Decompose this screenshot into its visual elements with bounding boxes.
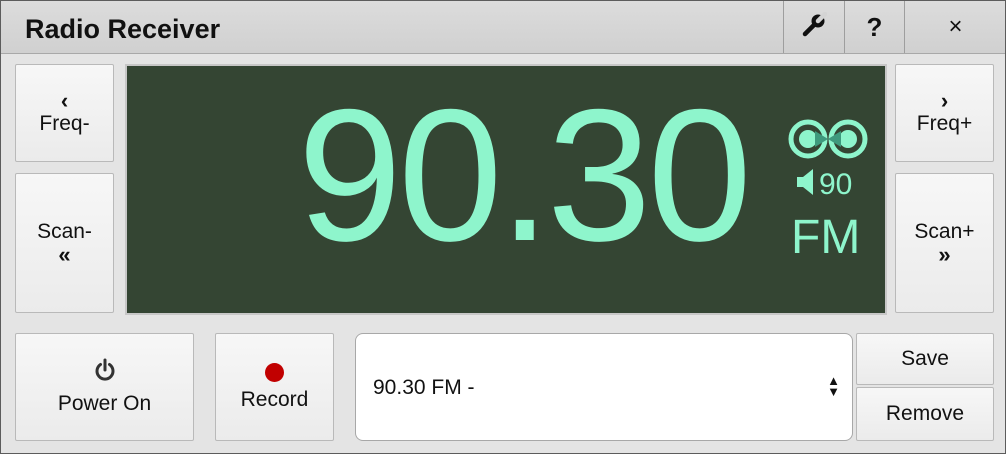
frequency-readout: 90.30 <box>297 70 752 280</box>
scan-up-label: Scan+ <box>914 220 975 243</box>
stereo-icon <box>787 118 869 165</box>
help-button[interactable]: ? <box>844 1 904 53</box>
scan-up-button[interactable]: Scan+ » <box>895 173 994 313</box>
title-bar: Radio Receiver ? × <box>1 1 1005 54</box>
preset-value: 90.30 FM - <box>373 376 475 399</box>
volume-indicator: 90 <box>795 167 852 202</box>
power-icon <box>93 358 117 388</box>
record-button[interactable]: Record <box>215 333 334 441</box>
chevron-right-icon: › <box>940 88 949 113</box>
settings-button[interactable] <box>783 1 844 53</box>
radio-receiver-window: Radio Receiver ? × ‹ Freq- Scan- « 90.30 <box>0 0 1006 454</box>
band-label: FM <box>791 211 861 264</box>
scan-down-button[interactable]: Scan- « <box>15 173 114 313</box>
help-icon: ? <box>866 11 883 42</box>
freq-up-label: Freq+ <box>916 112 973 135</box>
record-label: Record <box>240 387 309 411</box>
double-chevron-right-icon: » <box>938 242 951 267</box>
save-button[interactable]: Save <box>856 333 994 385</box>
remove-button[interactable]: Remove <box>856 387 994 441</box>
freq-down-button[interactable]: ‹ Freq- <box>15 64 114 162</box>
speaker-icon <box>795 167 815 202</box>
preset-select[interactable]: 90.30 FM - ▲ ▼ <box>355 333 853 441</box>
updown-arrows-icon: ▲ ▼ <box>827 373 840 399</box>
close-button[interactable]: × <box>904 1 1006 53</box>
close-icon: × <box>948 13 963 40</box>
record-icon <box>265 362 284 382</box>
power-label: Power On <box>57 392 152 415</box>
freq-down-label: Freq- <box>39 112 90 135</box>
freq-up-button[interactable]: › Freq+ <box>895 64 994 162</box>
volume-level: 90 <box>819 167 853 201</box>
double-chevron-left-icon: « <box>58 242 71 267</box>
window-title: Radio Receiver <box>25 14 221 44</box>
save-label: Save <box>901 347 949 370</box>
remove-label: Remove <box>885 402 965 425</box>
frequency-display: 90.30 90 FM <box>125 64 887 315</box>
chevron-left-icon: ‹ <box>60 88 69 113</box>
wrench-icon <box>801 11 828 43</box>
power-button[interactable]: Power On <box>15 333 194 441</box>
scan-down-label: Scan- <box>37 220 92 243</box>
